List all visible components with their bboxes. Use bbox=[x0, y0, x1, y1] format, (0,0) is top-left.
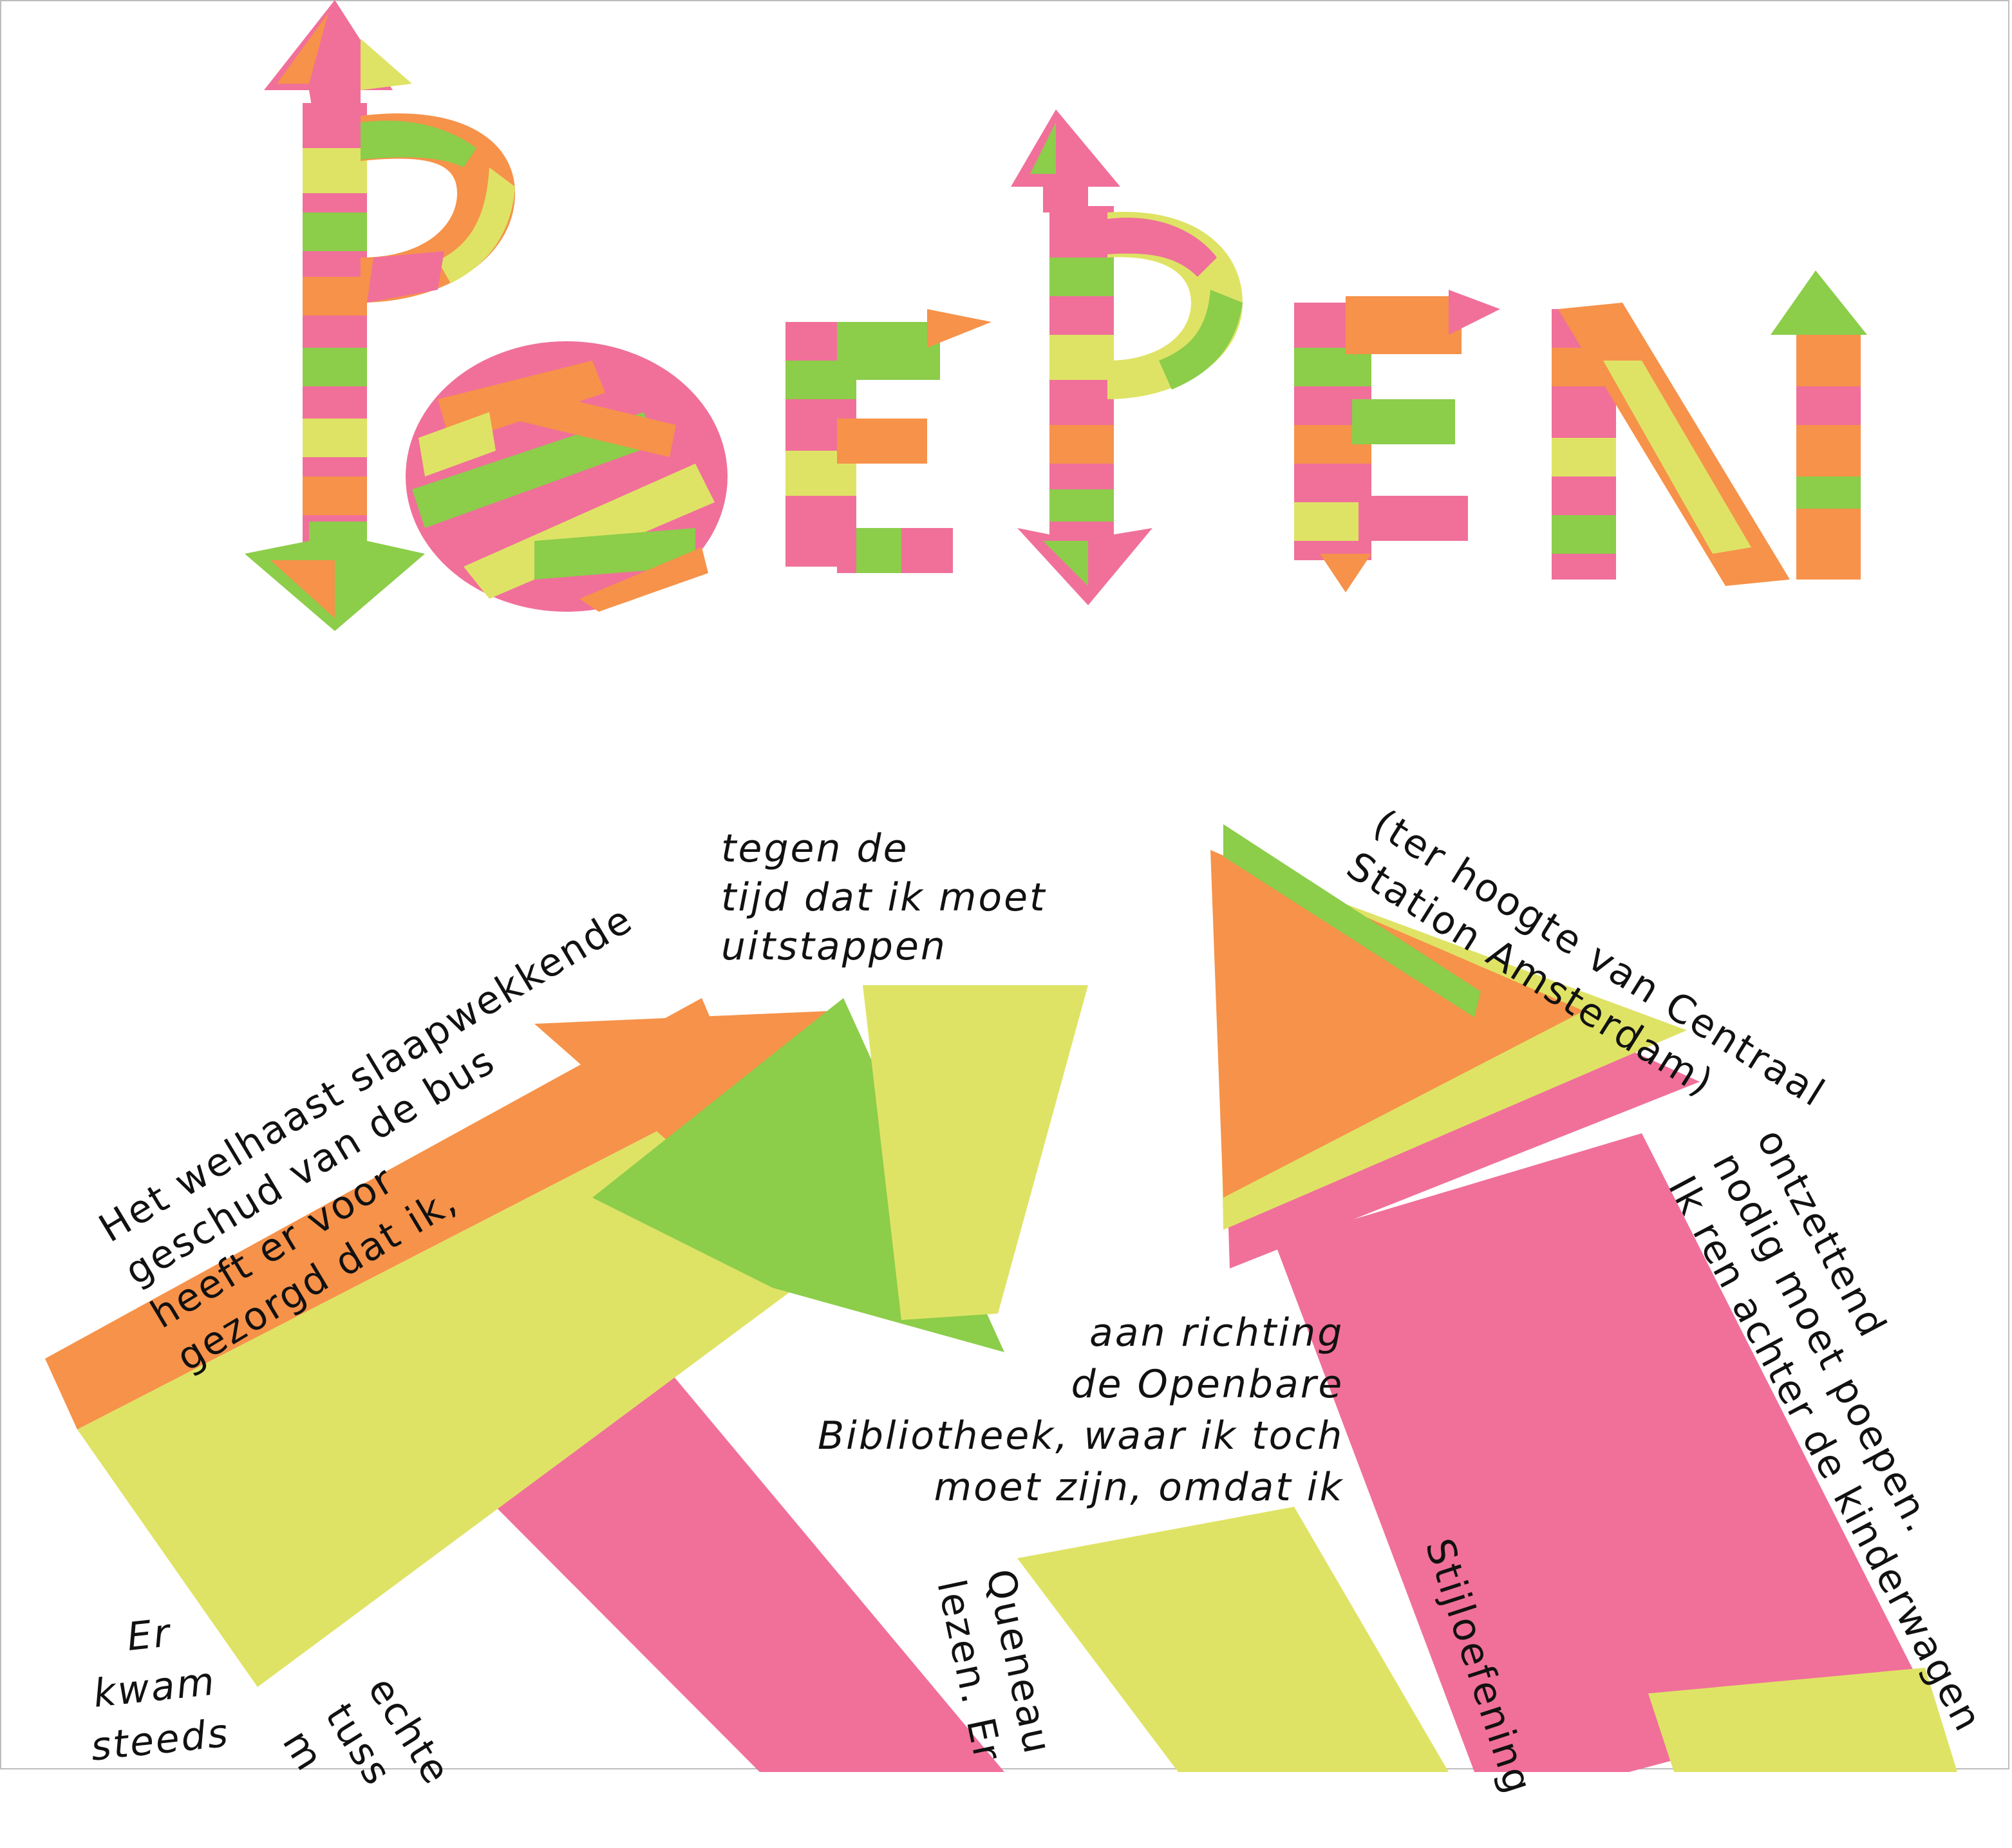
title-letter-o bbox=[406, 341, 728, 612]
title-letter-e2 bbox=[1294, 290, 1500, 592]
title-letter-n bbox=[1552, 270, 1867, 586]
title-letter-p2 bbox=[1011, 109, 1243, 605]
title-letter-e1 bbox=[785, 309, 992, 573]
caption-aan-richting: aan richting de Openbare Bibliotheek, wa… bbox=[818, 1310, 1344, 1510]
caption-er-kwam-steeds: Er kwam steeds bbox=[88, 1610, 232, 1770]
caption-tegen-de-tijd: tegen de tijd dat ik moet uitstappen bbox=[721, 826, 1047, 969]
title-lettering bbox=[245, 0, 1867, 631]
